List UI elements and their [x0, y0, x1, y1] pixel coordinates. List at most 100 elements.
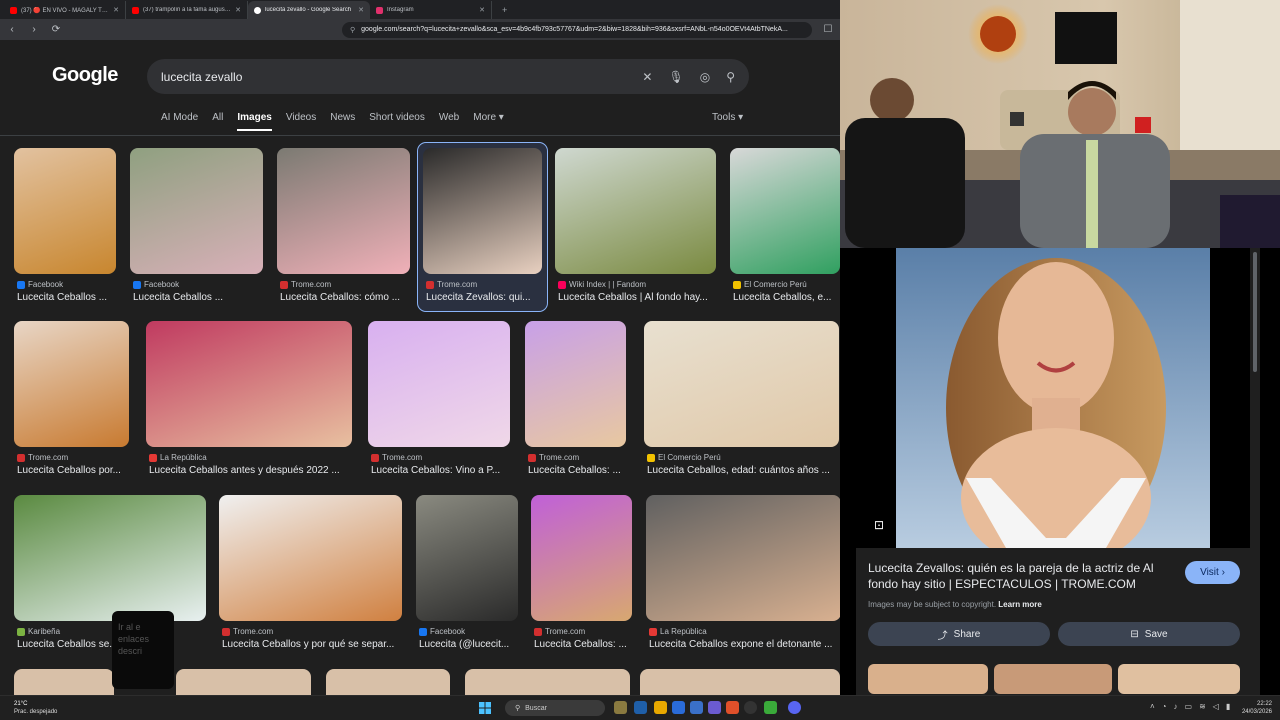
result-title[interactable]: Lucecita Ceballos se...	[17, 639, 203, 650]
image-result[interactable]: Karibeña Lucecita Ceballos se...	[14, 495, 206, 659]
close-icon[interactable]: ✕	[358, 6, 364, 14]
taskbar-search[interactable]: ⚲ Buscar	[505, 700, 605, 716]
result-source[interactable]: Trome.com	[528, 453, 579, 462]
result-source[interactable]: Trome.com	[222, 627, 273, 636]
lens-icon[interactable]: ⊡	[874, 518, 884, 532]
result-thumbnail[interactable]	[416, 495, 518, 621]
result-thumbnail[interactable]	[730, 148, 840, 274]
tab-magaly[interactable]: (37) 🔴 EN VIVO - MAGALY TV LA FI ✕	[4, 1, 126, 19]
image-result[interactable]: La República Lucecita Ceballos antes y de…	[146, 321, 352, 485]
lens-icon[interactable]: ◎	[700, 70, 710, 84]
result-source[interactable]: La República	[649, 627, 707, 636]
search-input[interactable]: lucecita zevallo	[161, 70, 642, 84]
network-icon[interactable]: ◔	[1162, 702, 1167, 711]
related-thumbnail[interactable]	[1118, 664, 1240, 694]
result-title[interactable]: Lucecita Ceballos, edad: cuántos años ..…	[647, 465, 836, 476]
tab-images[interactable]: Images	[237, 112, 272, 131]
tab-videos[interactable]: Videos	[286, 112, 316, 131]
tab-short-videos[interactable]: Short videos	[369, 112, 425, 131]
result-title[interactable]: Lucecita Ceballos por...	[17, 465, 126, 476]
result-thumbnail[interactable]	[130, 148, 263, 274]
result-title[interactable]: Lucecita Ceballos antes y después 2022 .…	[149, 465, 349, 476]
tab-web[interactable]: Web	[439, 112, 459, 131]
image-result[interactable]: Trome.com Lucecita Ceballos: ...	[525, 321, 626, 485]
weather-widget[interactable]: 21°C Prac. despejado	[14, 700, 57, 716]
image-result[interactable]: La República Lucecita Ceballos expone el …	[646, 495, 840, 659]
image-result-partial[interactable]	[326, 669, 450, 695]
result-source[interactable]: Facebook	[17, 280, 63, 289]
result-thumbnail[interactable]	[525, 321, 626, 447]
forward-icon[interactable]: ›	[28, 24, 40, 35]
result-thumbnail[interactable]	[277, 148, 410, 274]
tab-ai-mode[interactable]: AI Mode	[161, 112, 198, 131]
image-result[interactable]: Trome.com Lucecita Ceballos: cómo ...	[277, 148, 410, 312]
task-view-icon[interactable]	[634, 701, 647, 714]
result-source[interactable]: Trome.com	[371, 453, 422, 462]
save-button[interactable]: ⊟ Save	[1058, 622, 1240, 646]
clear-icon[interactable]: ✕	[642, 70, 652, 84]
image-result-partial[interactable]	[465, 669, 630, 695]
google-logo[interactable]: Google	[52, 64, 118, 87]
result-thumbnail[interactable]	[219, 495, 402, 621]
result-thumbnail[interactable]	[368, 321, 510, 447]
search-icon[interactable]: ⚲	[726, 70, 735, 84]
result-title[interactable]: Lucecita Ceballos: Vino a P...	[371, 465, 507, 476]
teams-icon[interactable]	[708, 701, 721, 714]
visit-button[interactable]: Visit ›	[1185, 561, 1240, 584]
tab-news[interactable]: News	[330, 112, 355, 131]
result-thumbnail[interactable]	[423, 148, 542, 274]
result-thumbnail[interactable]	[146, 321, 352, 447]
tab-more[interactable]: More ▾	[473, 112, 504, 131]
discord-icon[interactable]	[788, 701, 801, 714]
result-source[interactable]: La República	[149, 453, 207, 462]
result-title[interactable]: Lucecita Ceballos expone el detonante ..…	[649, 639, 838, 650]
result-title[interactable]: Lucecita Ceballos: ...	[534, 639, 629, 650]
result-thumbnail[interactable]	[555, 148, 716, 274]
result-source[interactable]: Wiki Index | | Fandom	[558, 280, 646, 289]
result-source[interactable]: Karibeña	[17, 627, 60, 636]
result-title[interactable]: Lucecita Zevallos: qui...	[426, 292, 539, 303]
wifi-icon[interactable]: ≋	[1199, 702, 1206, 711]
image-result[interactable]: Trome.com Lucecita Ceballos y por qué se …	[219, 495, 402, 659]
result-title[interactable]: Lucecita Ceballos y por qué se separ...	[222, 639, 399, 650]
image-result[interactable]: Facebook Lucecita (@lucecit...	[416, 495, 518, 659]
store-icon[interactable]	[690, 701, 703, 714]
image-result[interactable]: El Comercio Perú Lucecita Ceballos, e...	[730, 148, 840, 312]
result-title[interactable]: Lucecita Ceballos ...	[133, 292, 260, 303]
battery-icon[interactable]: ▮	[1226, 702, 1230, 711]
widgets-icon[interactable]	[614, 701, 627, 714]
related-thumbnail[interactable]	[868, 664, 988, 694]
result-title[interactable]: Lucecita (@lucecit...	[419, 639, 515, 650]
image-result-partial[interactable]	[640, 669, 840, 695]
image-result[interactable]: Trome.com Lucecita Zevallos: qui...	[417, 142, 548, 312]
result-thumbnail[interactable]	[14, 321, 129, 447]
file-explorer-icon[interactable]	[654, 701, 667, 714]
chrome-icon[interactable]	[744, 701, 757, 714]
image-result[interactable]: Facebook Lucecita Ceballos ...	[14, 148, 116, 312]
site-info-icon[interactable]: ⚲	[350, 26, 355, 34]
result-source[interactable]: Trome.com	[280, 280, 331, 289]
display-icon[interactable]: ▭	[1185, 702, 1193, 711]
preview-image[interactable]	[856, 248, 1250, 568]
image-result[interactable]: Trome.com Lucecita Ceballos: Vino a P...	[368, 321, 510, 485]
result-thumbnail[interactable]	[14, 148, 116, 274]
result-title[interactable]: Lucecita Ceballos: cómo ...	[280, 292, 407, 303]
mic-icon[interactable]: ♪	[1174, 702, 1178, 711]
tools-button[interactable]: Tools ▾	[712, 112, 743, 123]
learn-more-link[interactable]: Learn more	[998, 600, 1042, 609]
image-result[interactable]: Trome.com Lucecita Ceballos: ...	[531, 495, 632, 659]
close-icon[interactable]: ✕	[235, 6, 241, 14]
image-result[interactable]: Wiki Index | | Fandom Lucecita Ceballos |…	[555, 148, 716, 312]
search-box[interactable]: lucecita zevallo ✕ 🎙 ◎ ⚲	[147, 59, 749, 94]
result-title[interactable]: Lucecita Ceballos ...	[17, 292, 113, 303]
result-source[interactable]: El Comercio Perú	[647, 453, 721, 462]
new-tab-button[interactable]: +	[492, 5, 517, 19]
close-icon[interactable]: ✕	[479, 6, 485, 14]
share-button[interactable]: ⤴ Share	[868, 622, 1050, 646]
tab-all[interactable]: All	[212, 112, 223, 131]
result-source[interactable]: Facebook	[133, 280, 179, 289]
preview-title[interactable]: Lucecita Zevallos: quién es la pareja de…	[868, 560, 1168, 592]
clock[interactable]: 22:22 24/03/2026	[1238, 700, 1272, 716]
result-source[interactable]: Trome.com	[534, 627, 585, 636]
back-icon[interactable]: ‹	[6, 24, 18, 35]
